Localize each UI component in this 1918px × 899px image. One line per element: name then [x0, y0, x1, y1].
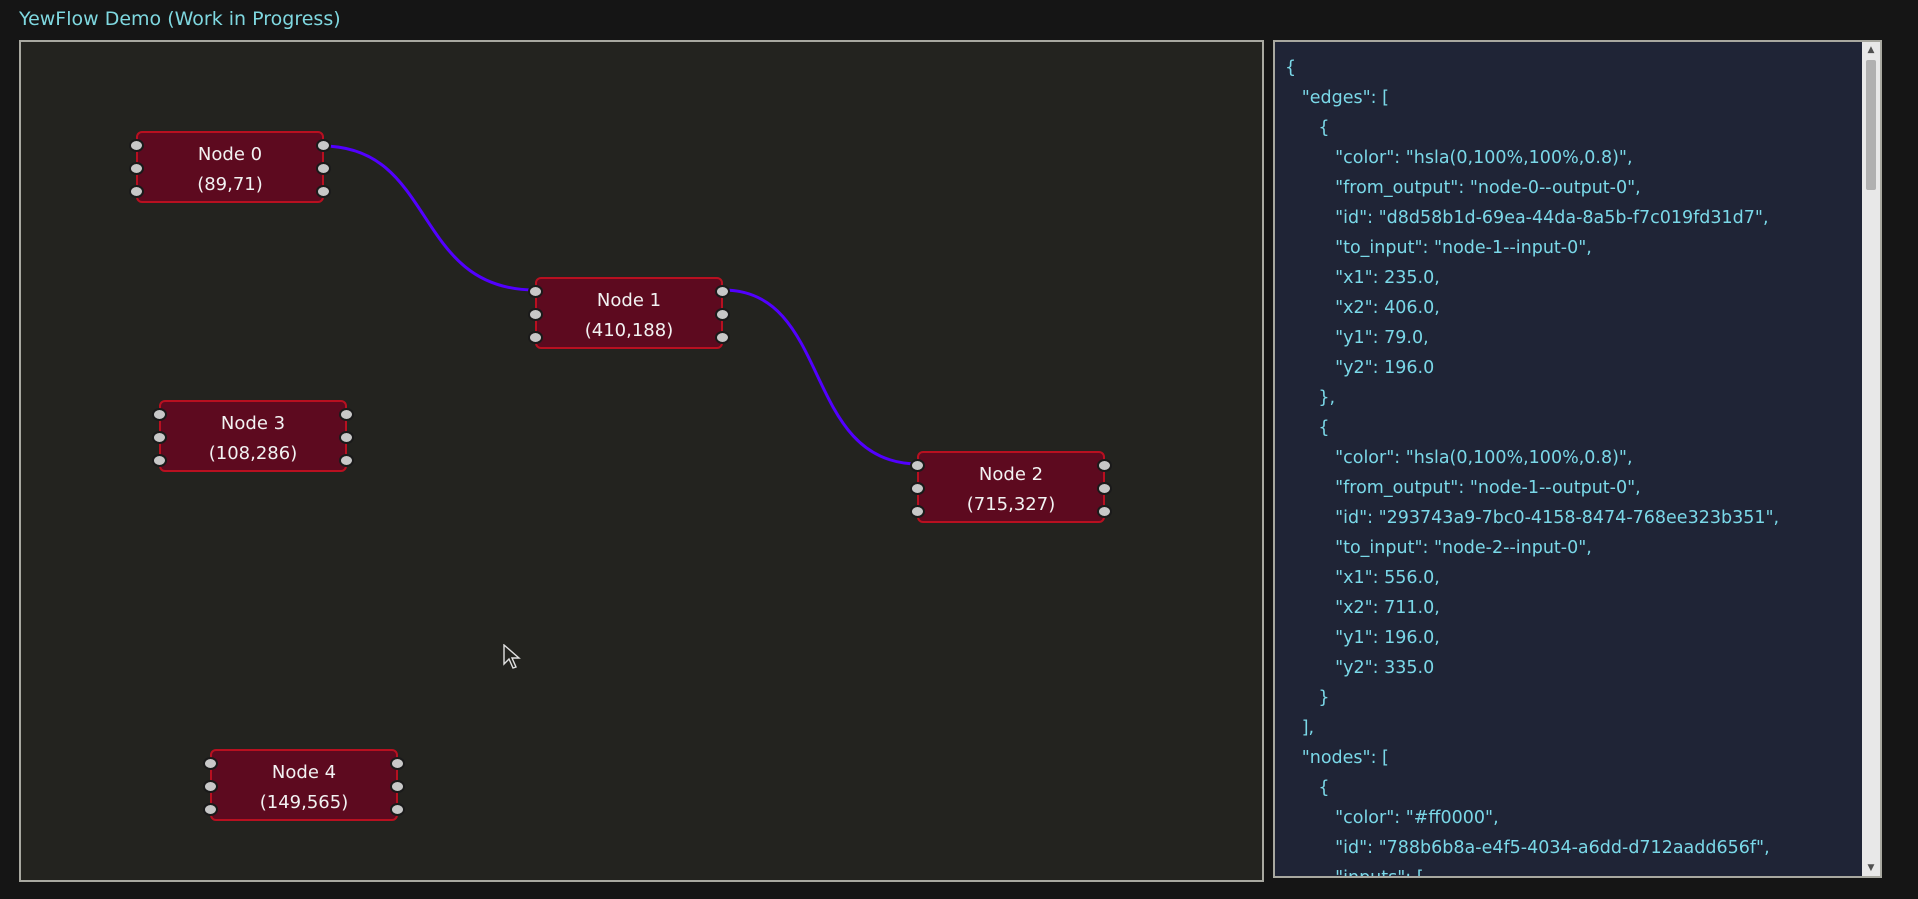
- json-text: { "edges": [ { "color": "hsla(0,100%,100…: [1285, 53, 1780, 878]
- json-line: ],: [1285, 718, 1315, 738]
- json-line: "x2": 406.0,: [1285, 298, 1440, 318]
- json-line: {: [1285, 118, 1330, 138]
- input-port[interactable]: [910, 505, 925, 518]
- scroll-thumb[interactable]: [1866, 60, 1876, 190]
- node-coords: (715,327): [966, 494, 1056, 515]
- triangle-down-icon[interactable]: ▼: [1862, 860, 1880, 876]
- json-line: "y1": 79.0,: [1285, 328, 1429, 348]
- output-port[interactable]: [715, 308, 730, 321]
- json-line: "from_output": "node-0--output-0",: [1285, 178, 1641, 198]
- input-port[interactable]: [203, 803, 218, 816]
- json-line: "edges": [: [1285, 88, 1389, 108]
- flow-canvas[interactable]: Node 0 (89,71) Node 1 (410,188) Node 2 (…: [19, 40, 1264, 882]
- output-port[interactable]: [339, 454, 354, 467]
- input-port[interactable]: [129, 162, 144, 175]
- json-line: {: [1285, 778, 1330, 798]
- input-port[interactable]: [152, 408, 167, 421]
- node-coords: (89,71): [197, 174, 263, 195]
- json-line: "x1": 235.0,: [1285, 268, 1440, 288]
- output-port[interactable]: [316, 185, 331, 198]
- json-line: "y2": 335.0: [1285, 658, 1435, 678]
- node-1[interactable]: Node 1 (410,188): [528, 277, 730, 349]
- node-4[interactable]: Node 4 (149,565): [203, 749, 405, 821]
- json-line: "color": "hsla(0,100%,100%,0.8)",: [1285, 448, 1633, 468]
- input-port[interactable]: [528, 308, 543, 321]
- json-line: "nodes": [: [1285, 748, 1389, 768]
- json-line: "from_output": "node-1--output-0",: [1285, 478, 1641, 498]
- json-line: "y1": 196.0,: [1285, 628, 1440, 648]
- node-title: Node 4: [271, 762, 337, 783]
- edge-node1-node2[interactable]: [722, 288, 920, 466]
- json-line: }: [1285, 688, 1330, 708]
- input-port[interactable]: [129, 185, 144, 198]
- input-port[interactable]: [129, 139, 144, 152]
- input-port[interactable]: [528, 331, 543, 344]
- json-line: "x2": 711.0,: [1285, 598, 1440, 618]
- input-port[interactable]: [203, 780, 218, 793]
- json-line: "to_input": "node-1--input-0",: [1285, 238, 1592, 258]
- node-title: Node 3: [220, 413, 286, 434]
- node-title: Node 0: [197, 144, 263, 165]
- json-line: "x1": 556.0,: [1285, 568, 1440, 588]
- json-line: "id": "293743a9-7bc0-4158-8474-768ee323b…: [1285, 508, 1780, 528]
- json-line: },: [1285, 388, 1336, 408]
- output-port[interactable]: [715, 285, 730, 298]
- vertical-scrollbar[interactable]: ▲ ▼: [1862, 42, 1880, 876]
- node-2[interactable]: Node 2 (715,327): [910, 451, 1112, 523]
- node-coords: (108,286): [208, 443, 298, 464]
- node-3[interactable]: Node 3 (108,286): [152, 400, 354, 472]
- output-port[interactable]: [1097, 459, 1112, 472]
- output-port[interactable]: [316, 162, 331, 175]
- app-title: YewFlow Demo (Work in Progress): [19, 8, 341, 30]
- node-title: Node 2: [978, 464, 1044, 485]
- triangle-up-icon[interactable]: ▲: [1862, 42, 1880, 58]
- input-port[interactable]: [910, 459, 925, 472]
- node-title: Node 1: [596, 290, 662, 311]
- output-port[interactable]: [316, 139, 331, 152]
- output-port[interactable]: [1097, 505, 1112, 518]
- json-line: "color": "#ff0000",: [1285, 808, 1499, 828]
- json-line: "id": "d8d58b1d-69ea-44da-8a5b-f7c019fd3…: [1285, 208, 1769, 228]
- output-port[interactable]: [339, 408, 354, 421]
- input-port[interactable]: [152, 454, 167, 467]
- input-port[interactable]: [203, 757, 218, 770]
- input-port[interactable]: [910, 482, 925, 495]
- input-port[interactable]: [152, 431, 167, 444]
- node-coords: (410,188): [584, 320, 674, 341]
- json-line: {: [1285, 58, 1297, 78]
- arrow-cursor-icon: [503, 644, 521, 669]
- json-line: "id": "788b6b8a-e4f5-4034-a6dd-d712aadd6…: [1285, 838, 1770, 858]
- json-line: {: [1285, 418, 1330, 438]
- json-line: "inputs": [: [1285, 868, 1424, 878]
- node-coords: (149,565): [259, 792, 349, 813]
- json-line: "to_input": "node-2--input-0",: [1285, 538, 1592, 558]
- json-line: "color": "hsla(0,100%,100%,0.8)",: [1285, 148, 1633, 168]
- input-port[interactable]: [528, 285, 543, 298]
- output-port[interactable]: [715, 331, 730, 344]
- output-port[interactable]: [1097, 482, 1112, 495]
- json-line: "y2": 196.0: [1285, 358, 1435, 378]
- output-port[interactable]: [390, 803, 405, 816]
- node-0[interactable]: Node 0 (89,71): [129, 131, 331, 203]
- edge-node0-node1[interactable]: [321, 144, 536, 292]
- output-port[interactable]: [390, 757, 405, 770]
- output-port[interactable]: [339, 431, 354, 444]
- json-state-panel[interactable]: { "edges": [ { "color": "hsla(0,100%,100…: [1273, 40, 1882, 878]
- output-port[interactable]: [390, 780, 405, 793]
